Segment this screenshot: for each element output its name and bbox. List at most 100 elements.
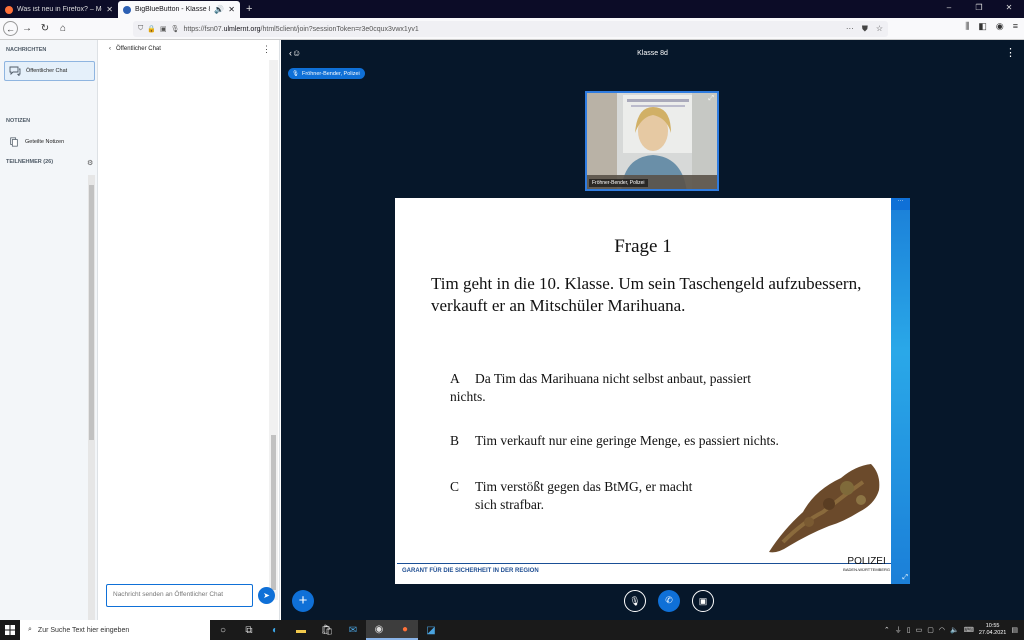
chat-panel: ‹ Öffentlicher Chat ⋮ Nachricht senden a…: [99, 40, 280, 620]
talker-name: Fröhner-Bender, Polizei: [301, 70, 360, 77]
cortana-icon[interactable]: ○: [210, 620, 236, 640]
webcam-video[interactable]: ⤢ Fröhner-Bender, Polizei: [585, 91, 719, 191]
public-chat-item[interactable]: Öffentlicher Chat: [4, 61, 95, 81]
new-tab-button[interactable]: +: [240, 1, 258, 18]
chevron-left-icon[interactable]: ‹: [109, 46, 111, 52]
obs-icon[interactable]: ◉: [366, 620, 392, 640]
shield-icon[interactable]: ⛉: [138, 25, 143, 33]
chevron-up-icon[interactable]: ⌃: [884, 626, 890, 634]
slide-side-band: ··· ⤢: [891, 198, 910, 584]
tab-bigbluebutton[interactable]: BigBlueButton - Klasse 8d 🔊 ✕: [118, 1, 240, 18]
mute-microphone-button[interactable]: 🎙: [624, 590, 646, 612]
chat-icon: [9, 66, 21, 76]
scrollbar-thumb[interactable]: [271, 435, 276, 590]
windows-taskbar: ⌕ Zur Suche Text hier eingeben ○ ⧉ ◐ ▬ 🛍…: [0, 620, 1024, 640]
fullscreen-icon[interactable]: ⤢: [902, 574, 908, 582]
edge-icon[interactable]: ◐: [262, 620, 288, 640]
keyboard-icon[interactable]: ⌨: [964, 626, 974, 634]
store-icon[interactable]: 🛍: [314, 620, 340, 640]
home-button[interactable]: ⌂: [54, 20, 72, 38]
page-actions-icon[interactable]: ···: [846, 24, 854, 34]
webcam-image: [587, 93, 717, 189]
shared-notes-item[interactable]: Geteilte Notizen: [4, 132, 95, 152]
file-explorer-icon[interactable]: ▬: [288, 620, 314, 640]
firefox-icon[interactable]: ●: [392, 620, 418, 640]
scrollbar-thumb[interactable]: [89, 185, 94, 440]
chat-message-input[interactable]: Nachricht senden an Öffentlicher Chat: [106, 584, 253, 607]
presentation-slide[interactable]: Frage 1 Tim geht in die 10. Klasse. Um s…: [395, 198, 910, 584]
clock-date: 27.04.2021: [978, 630, 1007, 636]
url-bar[interactable]: ⛉ 🔒 ▣ 🎙 https://fsn07.ulmlernt.org/html5…: [133, 21, 888, 37]
usb-icon[interactable]: ⏚: [895, 625, 902, 635]
volume-icon[interactable]: 🔈: [950, 626, 959, 634]
shared-notes-label: Geteilte Notizen: [25, 139, 65, 145]
mail-icon[interactable]: ✉: [340, 620, 366, 640]
talking-indicator[interactable]: 🎙 Fröhner-Bender, Polizei: [288, 68, 365, 79]
option-text: Tim verstößt gegen das BtMG, er macht: [475, 479, 693, 494]
microphone-permission-icon[interactable]: 🎙: [171, 25, 180, 33]
share-webcam-button[interactable]: ▣: [692, 590, 714, 612]
network-icon[interactable]: ▭: [916, 626, 923, 634]
options-menu-icon[interactable]: ⋮: [1005, 46, 1016, 59]
battery-icon[interactable]: ▯: [907, 626, 911, 634]
bookmark-star-icon[interactable]: ☆: [876, 24, 883, 34]
option-text: Da Tim das Marihuana nicht selbst anbaut…: [475, 371, 751, 386]
sidebar-icon[interactable]: ◧: [978, 21, 987, 32]
minimize-button[interactable]: –: [934, 0, 964, 18]
reload-button[interactable]: ↻: [36, 20, 54, 38]
window-controls: – ❐ ✕: [934, 0, 1024, 18]
gear-icon[interactable]: ⚙: [87, 159, 93, 167]
wifi-icon[interactable]: ◠: [939, 626, 945, 634]
close-tab-icon[interactable]: ✕: [228, 5, 235, 14]
url-text: https://fsn07.ulmlernt.org/html5client/j…: [183, 25, 419, 33]
search-icon: ⌕: [28, 626, 32, 633]
leave-audio-button[interactable]: ✆: [658, 590, 680, 612]
slide-question: Tim geht in die 10. Klasse. Um sein Tasc…: [431, 274, 862, 315]
actions-plus-button[interactable]: +: [292, 590, 314, 612]
chat-options-icon[interactable]: ⋮: [262, 44, 271, 55]
notifications-icon[interactable]: ▤: [1011, 626, 1018, 634]
pocket-icon[interactable]: ⛊: [862, 24, 868, 34]
app-icon[interactable]: ◪: [418, 620, 444, 640]
system-tray: ⌃ ⏚ ▯ ▭ ▢ ◠ 🔈 ⌨ 10:55 27.04.2021 ▤: [884, 623, 1024, 637]
option-text-cont: nichts.: [450, 389, 486, 404]
tab-title: BigBlueButton - Klasse 8d: [135, 6, 211, 13]
taskbar-clock[interactable]: 10:55 27.04.2021: [979, 623, 1007, 637]
chat-title: Öffentlicher Chat: [116, 46, 161, 52]
maximize-button[interactable]: ❐: [964, 0, 994, 18]
slide-menu-icon[interactable]: ···: [891, 198, 910, 210]
account-icon[interactable]: ◉: [996, 21, 1004, 32]
participants-scrollbar[interactable]: [88, 175, 95, 620]
forward-button[interactable]: →: [18, 20, 36, 38]
user-list-panel: NACHRICHTEN Öffentlicher Chat NOTIZEN Ge…: [0, 40, 98, 620]
public-chat-label: Öffentlicher Chat: [26, 68, 68, 74]
close-window-button[interactable]: ✕: [994, 0, 1024, 18]
notes-icon: [10, 137, 18, 147]
option-letter: A: [450, 371, 460, 386]
library-icon[interactable]: ⫼: [965, 21, 969, 32]
browser-tab-bar: Was ist neu in Firefox? – Mehr ✕ BigBlue…: [0, 0, 1024, 18]
slide-footer-text: GARANT FÜR DIE SICHERHEIT IN DER REGION: [402, 567, 539, 574]
windows-start-icon[interactable]: [0, 620, 20, 640]
task-view-icon[interactable]: ⧉: [236, 620, 262, 640]
option-text-cont: sich strafbar.: [475, 497, 544, 512]
meeting-title: Klasse 8d: [637, 50, 668, 57]
option-letter: B: [450, 433, 460, 448]
tab-firefox-whats-new[interactable]: Was ist neu in Firefox? – Mehr ✕: [0, 1, 118, 18]
chat-scrollbar[interactable]: [269, 60, 278, 600]
audio-playing-icon[interactable]: 🔊: [214, 5, 224, 14]
bigbluebutton-icon: [123, 5, 131, 14]
camera-permission-icon[interactable]: ▣: [160, 25, 167, 33]
fullscreen-icon[interactable]: ⤢: [708, 95, 714, 103]
close-tab-icon[interactable]: ✕: [106, 5, 113, 14]
option-a: A Da Tim das Marihuana nicht selbst anbau…: [450, 370, 850, 406]
menu-icon[interactable]: ≡: [1013, 21, 1018, 32]
back-button[interactable]: ←: [3, 21, 18, 36]
marijuana-image: [769, 464, 880, 553]
lock-icon[interactable]: 🔒: [147, 25, 156, 33]
chat-header[interactable]: ‹ Öffentlicher Chat: [109, 46, 161, 52]
taskbar-search-input[interactable]: ⌕ Zur Suche Text hier eingeben: [20, 620, 210, 640]
send-message-button[interactable]: ➤: [258, 587, 275, 604]
display-icon[interactable]: ▢: [927, 626, 934, 634]
messages-heading: NACHRICHTEN: [6, 47, 47, 53]
